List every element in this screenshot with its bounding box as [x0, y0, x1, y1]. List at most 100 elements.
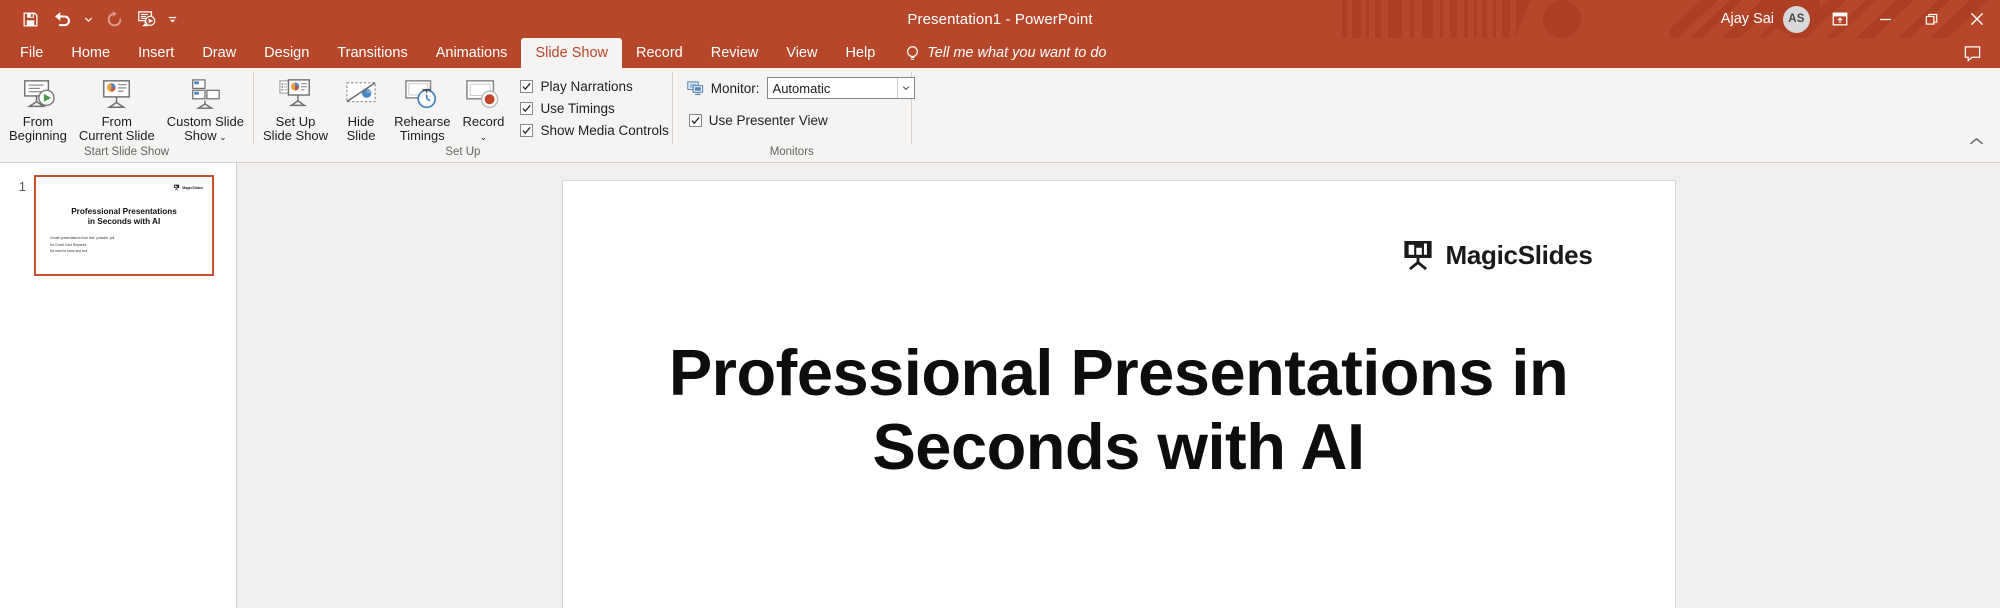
account-button[interactable]: Ajay Sai AS [1709, 2, 1818, 36]
ribbon-tabs: File Home Insert Draw Design Transitions… [0, 38, 2000, 68]
record-button[interactable]: Record ⌄ [456, 73, 510, 146]
tab-transitions[interactable]: Transitions [323, 38, 421, 68]
ribbon-display-options-icon [1832, 12, 1848, 26]
set-up-slide-show-label: Set Up Slide Show [263, 114, 329, 143]
chevron-down-icon [902, 86, 909, 91]
title-bar: Presentation1 - PowerPoint Ajay Sai AS [0, 0, 2000, 38]
lightbulb-icon [907, 45, 919, 60]
from-beginning-button[interactable]: From Beginning [3, 73, 73, 145]
from-current-slide-label: From Current Slide [78, 114, 155, 143]
check-icon [522, 127, 532, 135]
show-media-controls-checkbox[interactable] [520, 124, 534, 137]
monitor-select[interactable]: Automatic [766, 77, 915, 99]
avatar: AS [1783, 5, 1810, 33]
customize-qat-button[interactable] [162, 4, 182, 34]
undo-dropdown[interactable] [78, 4, 98, 34]
close-icon [1970, 12, 1984, 26]
tab-animations[interactable]: Animations [422, 38, 522, 68]
tell-me-label: Tell me what you want to do [927, 45, 1107, 61]
titlebar-right: Ajay Sai AS [1709, 0, 2000, 38]
group-label-monitors: Monitors [769, 146, 814, 158]
show-media-controls-label: Show Media Controls [540, 123, 669, 138]
tab-draw[interactable]: Draw [188, 38, 250, 68]
account-name: Ajay Sai [1720, 11, 1774, 27]
tell-me-search[interactable]: Tell me what you want to do [889, 38, 1118, 68]
restore-button[interactable] [1908, 0, 1954, 38]
play-narrations-checkbox[interactable] [520, 80, 534, 93]
slide-canvas[interactable]: MagicSlides Professional Presentations i… [562, 181, 1675, 608]
thumbnail-bullets: Create presentations from text, youtube,… [50, 236, 115, 253]
magicslides-easel-icon [174, 184, 180, 191]
rehearse-timings-icon [402, 77, 442, 113]
collapse-ribbon-button[interactable] [1965, 130, 1988, 156]
restore-icon [1925, 13, 1937, 25]
tab-view[interactable]: View [772, 38, 831, 68]
custom-slide-show-icon [187, 77, 223, 113]
undo-icon [54, 11, 70, 26]
thumbnail-row: 1 MagicSlides Professional Presentations… [0, 175, 236, 276]
save-icon [22, 11, 38, 27]
checkbox-use-timings[interactable]: Use Timings [520, 101, 668, 116]
tab-home[interactable]: Home [57, 38, 124, 68]
tab-review[interactable]: Review [697, 38, 773, 68]
set-up-slide-show-button[interactable]: Set Up Slide Show [257, 73, 334, 145]
close-button[interactable] [1954, 0, 2000, 38]
tab-help[interactable]: Help [831, 38, 889, 68]
tab-file[interactable]: File [6, 38, 57, 68]
slide-show-options: Play Narrations Use Timings Show Media C… [510, 73, 669, 138]
ribbon-display-options-button[interactable] [1818, 0, 1862, 38]
checkbox-play-narrations[interactable]: Play Narrations [520, 79, 668, 94]
checkbox-show-media-controls[interactable]: Show Media Controls [520, 123, 669, 138]
start-presentation-button[interactable] [130, 4, 162, 34]
chevron-down-icon [84, 17, 92, 22]
play-narrations-label: Play Narrations [540, 79, 633, 94]
monitor-select-arrow[interactable] [896, 78, 914, 98]
minimize-button[interactable] [1862, 0, 1908, 38]
from-current-slide-icon [98, 77, 136, 113]
from-beginning-label: From Beginning [9, 114, 67, 143]
check-icon [691, 117, 700, 125]
slide-thumbnail-1[interactable]: MagicSlides Professional Presentations i… [34, 175, 214, 276]
use-timings-label: Use Timings [540, 101, 615, 116]
thumbnail-title: Professional Presentations in Seconds wi… [71, 207, 177, 226]
tab-slide-show[interactable]: Slide Show [521, 38, 622, 68]
checkbox-use-presenter-view[interactable]: Use Presenter View [688, 113, 828, 128]
comments-button[interactable] [1945, 38, 2000, 68]
check-icon [522, 105, 532, 113]
group-label-start-slide-show: Start Slide Show [84, 146, 170, 158]
redo-button[interactable] [98, 4, 130, 34]
monitor-icon [687, 80, 703, 95]
tab-insert[interactable]: Insert [124, 38, 188, 68]
check-icon [522, 83, 532, 91]
use-timings-checkbox[interactable] [520, 102, 534, 115]
hide-slide-button[interactable]: Hide Slide [334, 73, 388, 145]
ribbon-group-set-up: Set Up Slide Show Hide Slide Rehearse Ti… [254, 68, 672, 162]
from-current-slide-button[interactable]: From Current Slide [73, 73, 161, 145]
ribbon: From Beginning From Current Slide Custom… [0, 68, 2000, 163]
rehearse-timings-button[interactable]: Rehearse Timings [388, 73, 456, 145]
monitor-setting: Monitor: Automatic [687, 73, 915, 99]
slide-logo-text: MagicSlides [1445, 239, 1593, 270]
window-title: Presentation1 - PowerPoint [907, 10, 1093, 28]
workspace: 1 MagicSlides Professional Presentations… [0, 163, 2000, 608]
comment-icon [1964, 45, 1981, 62]
custom-slide-show-button[interactable]: Custom Slide Show ⌄ [161, 73, 250, 146]
qat-more-icon [168, 16, 176, 23]
tab-record[interactable]: Record [622, 38, 697, 68]
thumbnail-logo-text: MagicSlides [182, 185, 203, 190]
save-button[interactable] [14, 4, 46, 34]
ribbon-group-monitors: Monitor: Automatic Use Presenter View Mo… [673, 68, 915, 162]
hide-slide-icon [342, 77, 380, 113]
monitor-label: Monitor: [710, 80, 760, 96]
quick-access-toolbar [0, 4, 182, 34]
slide-title[interactable]: Professional Presentations in Seconds wi… [603, 336, 1635, 484]
use-presenter-view-checkbox[interactable] [688, 114, 702, 127]
hide-slide-label: Hide Slide [346, 114, 376, 143]
set-up-slide-show-icon [277, 77, 315, 113]
tab-design[interactable]: Design [250, 38, 323, 68]
undo-button[interactable] [46, 4, 78, 34]
thumbnail-number: 1 [18, 179, 26, 194]
thumbnail-logo: MagicSlides [173, 184, 203, 191]
rehearse-timings-label: Rehearse Timings [394, 114, 451, 143]
group-label-set-up: Set Up [445, 146, 481, 158]
